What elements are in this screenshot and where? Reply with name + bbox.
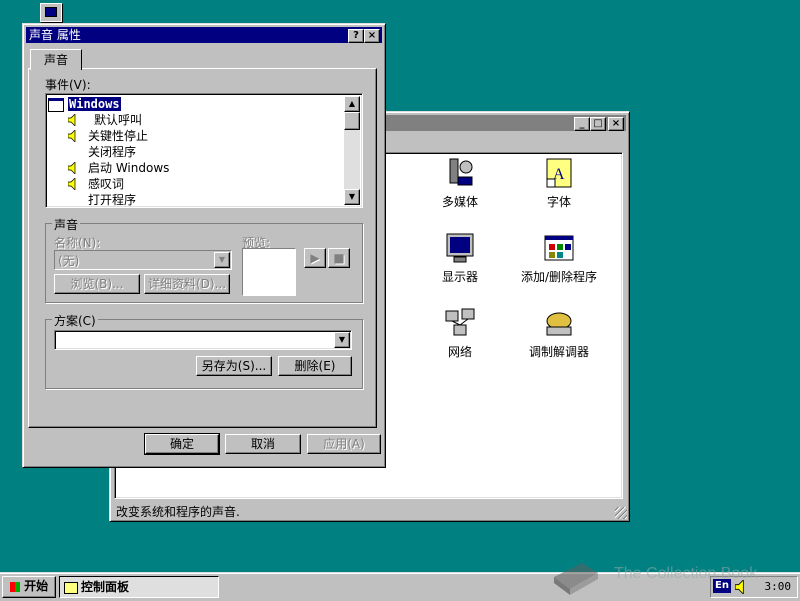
cp-item-multimedia[interactable]: 多媒体 <box>415 157 505 210</box>
cp-item-label: 多媒体 <box>441 195 478 209</box>
event-item[interactable]: 关闭程序 <box>68 144 136 160</box>
event-item[interactable]: 启动 Windows <box>68 160 169 176</box>
scroll-thumb[interactable] <box>344 112 360 130</box>
speaker-icon <box>68 114 76 126</box>
event-label: Windows <box>68 97 121 111</box>
name-value: (无) <box>58 254 80 268</box>
taskbar: 开始 控制面板 En 3:00 <box>0 572 800 601</box>
close-button[interactable]: × <box>364 29 380 43</box>
sound-properties-dialog: 声音 属性 ? × 声音 事件(V): Windows 默认呼叫 关键性停止 关… <box>22 23 386 468</box>
network-icon <box>444 307 476 339</box>
multimedia-icon <box>444 157 476 189</box>
event-item-windows[interactable]: Windows <box>48 96 121 112</box>
cp-item-display[interactable]: 显示器 <box>415 232 505 285</box>
sound-group-label: 声音 <box>52 216 81 233</box>
apply-button[interactable]: 应用(A) <box>307 434 381 454</box>
task-control-panel[interactable]: 控制面板 <box>59 576 219 598</box>
details-button[interactable]: 详细资料(D)... <box>144 274 230 294</box>
sound-group: 声音 名称(N): (无) ▼ 预览: ▶ ■ 浏览(B)... 详细资料(D)… <box>45 216 363 303</box>
scheme-group-label: 方案(C) <box>52 312 98 329</box>
tray: En 3:00 <box>710 576 798 598</box>
event-label: 关闭程序 <box>88 145 137 159</box>
name-combo[interactable]: (无) ▼ <box>54 250 232 270</box>
dialog-title: 声音 属性 <box>29 28 81 42</box>
event-label: 感叹词 <box>88 177 125 191</box>
scroll-down-button[interactable]: ▼ <box>344 189 360 205</box>
event-item[interactable]: 默认呼叫 <box>68 112 142 128</box>
save-as-button[interactable]: 另存为(S)... <box>196 356 272 376</box>
cp-item-label: 添加/删除程序 <box>520 270 598 284</box>
add-remove-programs-icon <box>543 232 575 264</box>
volume-icon[interactable] <box>735 580 747 594</box>
scheme-group: 方案(C) ▼ 另存为(S)... 删除(E) <box>45 312 363 389</box>
delete-button[interactable]: 删除(E) <box>278 356 352 376</box>
display-icon <box>444 232 476 264</box>
cp-item-modem[interactable]: 调制解调器 <box>514 307 604 360</box>
start-button[interactable]: 开始 <box>2 576 56 598</box>
ok-button[interactable]: 确定 <box>144 433 220 455</box>
event-item[interactable]: 打开程序 <box>68 192 137 207</box>
name-label: 名称(N): <box>54 236 101 250</box>
cp-item-label: 字体 <box>546 195 571 209</box>
dialog-titlebar: 声音 属性 ? × <box>26 27 382 43</box>
task-label: 控制面板 <box>81 580 130 594</box>
cp-item-label: 网络 <box>447 345 472 359</box>
preview-box <box>242 248 296 296</box>
events-scrollbar[interactable]: ▲ ▼ <box>344 96 360 205</box>
chevron-down-icon[interactable]: ▼ <box>214 252 230 268</box>
event-label: 启动 Windows <box>88 161 170 175</box>
event-label: 关键性停止 <box>88 129 149 143</box>
close-button[interactable]: × <box>608 117 624 131</box>
clock: 3:00 <box>764 580 792 593</box>
scheme-combo[interactable]: ▼ <box>54 330 352 350</box>
status-bar: 改变系统和程序的声音. <box>116 505 240 519</box>
cp-item-label: 调制解调器 <box>528 345 589 359</box>
scroll-up-button[interactable]: ▲ <box>344 96 360 112</box>
tab-label: 声音 <box>43 53 68 67</box>
tab-panel: 事件(V): Windows 默认呼叫 关键性停止 关闭程序 启动 Window… <box>28 68 377 428</box>
tab-sound[interactable]: 声音 <box>30 49 82 70</box>
stop-button[interactable]: ■ <box>328 248 350 268</box>
window-icon <box>48 97 64 112</box>
cancel-button[interactable]: 取消 <box>225 434 301 454</box>
event-label: 默认呼叫 <box>94 113 143 127</box>
speaker-icon <box>68 162 76 174</box>
modem-icon <box>543 307 575 339</box>
speaker-icon <box>68 130 76 142</box>
events-list[interactable]: Windows 默认呼叫 关键性停止 关闭程序 启动 Windows 感叹词 打… <box>45 93 363 208</box>
event-label: 打开程序 <box>88 193 137 207</box>
desktop-icon[interactable] <box>40 3 62 22</box>
control-panel-icon <box>64 581 78 594</box>
language-indicator[interactable]: En <box>713 579 731 593</box>
resize-grip-icon[interactable] <box>615 507 627 519</box>
speaker-icon <box>68 178 76 190</box>
start-label: 开始 <box>24 579 49 593</box>
help-button[interactable]: ? <box>348 29 364 43</box>
events-label: 事件(V): <box>45 78 91 92</box>
cp-item-add-remove[interactable]: 添加/删除程序 <box>514 232 604 285</box>
maximize-button[interactable]: □ <box>590 117 606 131</box>
cp-item-label: 显示器 <box>441 270 478 284</box>
browse-button[interactable]: 浏览(B)... <box>54 274 140 294</box>
play-button[interactable]: ▶ <box>304 248 326 268</box>
cp-item-network[interactable]: 网络 <box>415 307 505 360</box>
fonts-icon: A <box>543 157 575 189</box>
cp-item-fonts[interactable]: A 字体 <box>514 157 604 210</box>
chevron-down-icon[interactable]: ▼ <box>334 332 350 348</box>
windows-logo-icon <box>9 581 20 592</box>
event-item[interactable]: 关键性停止 <box>68 128 148 144</box>
minimize-button[interactable]: _ <box>574 117 590 131</box>
event-item[interactable]: 感叹词 <box>68 176 124 192</box>
